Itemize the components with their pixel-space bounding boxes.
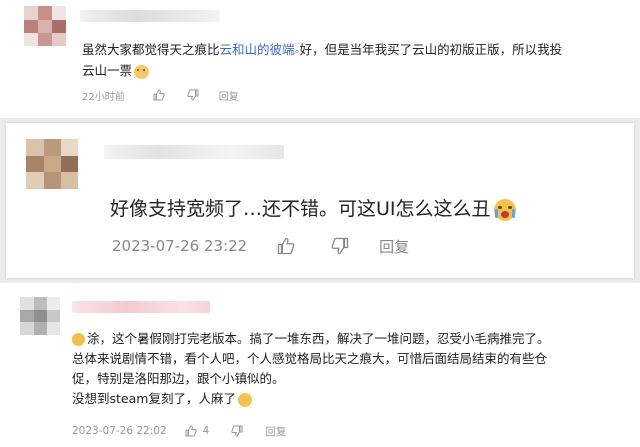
smile-cat-emoji-icon	[134, 64, 150, 79]
reply-button[interactable]: 回复	[219, 88, 239, 103]
comment-meta: 2023-07-26 23:22 回复	[112, 235, 409, 257]
crying-emoji-icon	[493, 198, 516, 221]
comment-text: 好像支持宽频了…还不错。可这UI怎么这么丑	[110, 193, 516, 225]
avatar[interactable]	[26, 139, 78, 189]
username-redacted[interactable]	[104, 145, 284, 159]
timestamp: 22小时前	[82, 91, 125, 103]
comment-card-2: 好像支持宽频了…还不错。可这UI怎么这么丑 2023-07-26 23:22 回…	[6, 123, 634, 278]
dislike-button[interactable]	[331, 237, 349, 255]
comment-text-line: 没想到steam复刻了，人麻了	[72, 389, 550, 409]
like-button[interactable]	[153, 89, 165, 101]
comment-card-1: 虽然大家都觉得天之痕比云和山的彼端⌕好，但是当年我买了云山的初版正版，所以我投 …	[0, 0, 640, 118]
reply-button[interactable]: 回复	[379, 236, 409, 257]
username-redacted[interactable]	[80, 10, 220, 22]
like-button[interactable]	[277, 237, 295, 255]
thumb-down-icon	[331, 237, 349, 255]
comment-text-segment: 好，但是当年我买了云山的初版正版，所以我投	[299, 42, 563, 57]
comment-text-segment: 虽然大家都觉得天之痕比	[82, 42, 220, 57]
comment-card-3: 涂，这个暑假刚打完老版本。搞了一堆东西，解决了一堆问题，忍受小毛病推完了。 总体…	[0, 283, 640, 447]
username-redacted[interactable]	[72, 301, 210, 313]
comment-text: 涂，这个暑假刚打完老版本。搞了一堆东西，解决了一堆问题，忍受小毛病推完了。 总体…	[72, 329, 550, 409]
comment-text: 虽然大家都觉得天之痕比云和山的彼端⌕好，但是当年我买了云山的初版正版，所以我投	[82, 40, 562, 62]
avatar[interactable]	[20, 297, 60, 335]
avatar[interactable]	[24, 6, 66, 46]
thumb-up-icon	[153, 89, 165, 101]
like-count: 4	[202, 425, 210, 437]
comment-meta: 2023-07-26 22:02 4 回复	[72, 424, 286, 438]
confused-emoji-icon	[72, 333, 85, 346]
dislike-button[interactable]	[187, 89, 199, 101]
topic-link[interactable]: 云和山的彼端	[220, 42, 295, 57]
comment-text-line: 促，特别是洛阳那边，跟个小镇似的。	[72, 371, 285, 386]
comment-text-line2: 云山一票	[82, 61, 150, 81]
thumb-up-icon	[277, 237, 295, 255]
crying-emoji-icon	[237, 392, 252, 407]
thumb-up-icon	[185, 425, 197, 437]
thumb-down-icon	[231, 425, 243, 437]
comment-text-line: 总体来说剧情不错，看个人吧，个人感觉格局比天之痕大，可惜后面结局结束的有些仓	[72, 351, 548, 366]
comment-meta: 22小时前 回复	[82, 88, 239, 103]
timestamp: 2023-07-26 22:02	[72, 425, 167, 437]
like-button[interactable]: 4	[185, 425, 210, 437]
comment-text-line: 涂，这个暑假刚打完老版本。搞了一堆东西，解决了一堆问题，忍受小毛病推完了。	[72, 329, 550, 349]
reply-button[interactable]: 回复	[265, 424, 286, 439]
thumb-down-icon	[187, 89, 199, 101]
timestamp: 2023-07-26 23:22	[112, 237, 248, 255]
dislike-button[interactable]	[231, 425, 243, 437]
